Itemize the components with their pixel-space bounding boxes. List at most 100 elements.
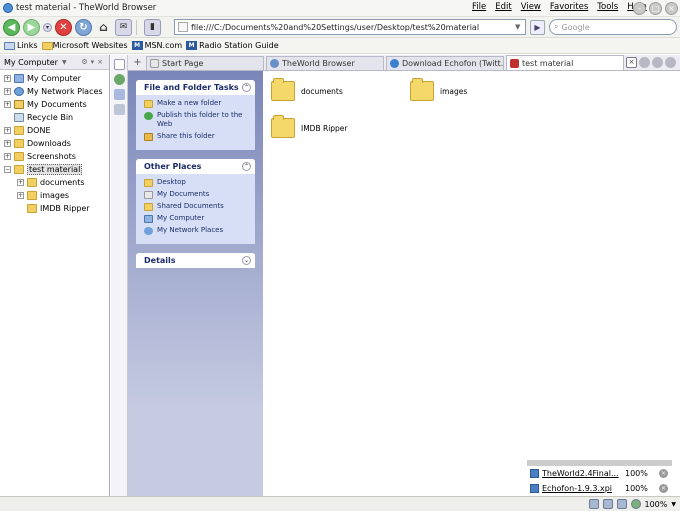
zoom-level[interactable]: 100% — [645, 500, 668, 509]
zoom-icon[interactable] — [630, 499, 641, 509]
expand-icon[interactable]: + — [4, 127, 11, 134]
address-input[interactable]: file:///C:/Documents%20and%20Settings/us… — [191, 23, 512, 32]
link-microsoft-websites[interactable]: Microsoft Websites — [53, 41, 128, 50]
place-my-network-places[interactable]: My Network Places — [144, 226, 249, 235]
task-share-folder[interactable]: Share this folder — [144, 132, 249, 141]
page-icon — [150, 59, 159, 68]
download-item[interactable]: Echofon-1.9.3.xpi 100% × — [527, 481, 672, 496]
tree-node[interactable]: + My Network Places — [0, 85, 109, 98]
tree-node[interactable]: + documents — [0, 176, 109, 189]
chevron-down-icon[interactable]: ⌄ — [242, 256, 251, 265]
recycle-bin-icon — [14, 113, 24, 122]
file-item-documents[interactable]: documents — [271, 78, 343, 101]
chevron-down-icon[interactable]: ▼ — [62, 59, 67, 66]
minimize-icon[interactable]: – — [633, 2, 646, 15]
tree-node[interactable]: + My Documents — [0, 98, 109, 111]
folder-sidebar: My Computer ▼ ⚙▾× + My Computer + My Networ… — [0, 55, 110, 496]
menu-tools[interactable]: Tools — [597, 2, 618, 12]
popup-blocker-icon[interactable] — [616, 499, 627, 509]
link-msn[interactable]: M MSN.com — [131, 41, 182, 50]
stop-icon[interactable]: ✕ — [55, 18, 72, 36]
expand-icon[interactable]: + — [4, 88, 11, 95]
page-icon — [178, 22, 188, 32]
panel-header[interactable]: Other Places ⌃ — [136, 159, 255, 174]
tab-scroll-right-icon[interactable] — [652, 57, 663, 68]
panel-header[interactable]: File and Folder Tasks ⌃ — [136, 80, 255, 95]
maximize-icon[interactable]: □ — [649, 2, 662, 15]
tab-scroll-left-icon[interactable] — [639, 57, 650, 68]
history-icon[interactable] — [114, 74, 125, 85]
tree-node[interactable]: Recycle Bin — [0, 111, 109, 124]
menu-favorites[interactable]: Favorites — [550, 2, 588, 12]
back-icon[interactable]: ◀ — [3, 18, 20, 36]
chevron-up-icon[interactable]: ⌃ — [242, 162, 251, 171]
expand-icon[interactable]: + — [4, 140, 11, 147]
close-tab-icon[interactable]: × — [626, 57, 637, 68]
forward-icon[interactable]: ▶ — [23, 18, 40, 36]
download-item[interactable]: TheWorld2.4Final... 100% × — [527, 466, 672, 481]
place-my-computer[interactable]: My Computer — [144, 214, 249, 223]
menu-edit[interactable]: Edit — [495, 2, 511, 12]
new-tab-button[interactable]: + — [131, 56, 144, 70]
file-item-images[interactable]: images — [410, 78, 467, 101]
tree-node[interactable]: + DONE — [0, 124, 109, 137]
menu-view[interactable]: View — [521, 2, 541, 12]
links-folder[interactable]: Links — [41, 41, 53, 50]
tree-node[interactable]: + Downloads — [0, 137, 109, 150]
links-item[interactable]: Links — [4, 41, 38, 50]
tree-node[interactable]: + images — [0, 189, 109, 202]
address-bar[interactable]: file:///C:/Documents%20and%20Settings/us… — [174, 19, 526, 35]
globe-icon — [270, 59, 279, 68]
expand-icon[interactable]: + — [17, 179, 24, 186]
feeds-icon[interactable] — [114, 104, 125, 115]
folder-icon — [271, 115, 295, 138]
close-window-icon[interactable]: × — [665, 2, 678, 15]
chevron-down-icon[interactable]: ▼ — [671, 501, 676, 508]
tab-start-page[interactable]: Start Page — [146, 56, 264, 70]
task-make-new-folder[interactable]: Make a new folder — [144, 99, 249, 108]
mail-icon[interactable]: ✉ — [115, 18, 132, 36]
vertical-toolbar — [111, 55, 128, 496]
sidebar-title[interactable]: My Computer — [4, 58, 58, 67]
expand-icon[interactable]: + — [4, 75, 11, 82]
tree-node-label: My Network Places — [27, 87, 103, 96]
search-input[interactable]: Google — [561, 23, 589, 32]
folders-icon[interactable] — [114, 89, 125, 100]
favorites-icon[interactable] — [114, 59, 125, 70]
link-radio-station-guide[interactable]: M Radio Station Guide — [186, 41, 279, 50]
chevron-up-icon[interactable]: ⌃ — [242, 83, 251, 92]
tree-node[interactable]: + Screenshots — [0, 150, 109, 163]
tree-node[interactable]: IMDB Ripper — [0, 202, 109, 215]
folder-icon — [271, 78, 295, 101]
tree-node[interactable]: + My Computer — [0, 72, 109, 85]
dropdown-arrow-icon[interactable]: ▾ — [43, 22, 52, 32]
menu-file[interactable]: File — [472, 2, 486, 12]
collapse-icon[interactable]: − — [4, 166, 11, 173]
tab-download-echofon[interactable]: Download Echofon (Twitt... — [386, 56, 504, 70]
tab-theworld-browser[interactable]: TheWorld Browser — [266, 56, 384, 70]
chevron-down-icon[interactable]: ▼ — [515, 23, 525, 31]
panel-header[interactable]: Details ⌄ — [136, 253, 255, 268]
home-icon[interactable]: ⌂ — [95, 19, 112, 36]
close-icon[interactable]: × — [659, 469, 668, 478]
place-my-documents[interactable]: My Documents — [144, 190, 249, 199]
place-shared-documents[interactable]: Shared Documents — [144, 202, 249, 211]
tab-list-icon[interactable] — [665, 57, 676, 68]
file-item-imdb-ripper[interactable]: IMDB Ripper — [271, 115, 348, 138]
security-icon[interactable] — [602, 499, 613, 509]
search-box[interactable]: ⌕ Google — [549, 19, 677, 35]
refresh-icon[interactable]: ↻ — [75, 18, 92, 36]
expand-icon[interactable]: + — [4, 153, 11, 160]
go-button[interactable]: ▶ — [530, 20, 545, 35]
bookmark-icon[interactable]: ▮ — [144, 18, 161, 36]
close-icon[interactable]: × — [659, 484, 668, 493]
expand-icon[interactable]: + — [17, 192, 24, 199]
expand-icon[interactable]: + — [4, 101, 11, 108]
place-desktop[interactable]: Desktop — [144, 178, 249, 187]
sidebar-controls[interactable]: ⚙▾× — [81, 58, 106, 66]
download-status-icon[interactable] — [588, 499, 599, 509]
task-publish-folder[interactable]: Publish this folder to the Web — [144, 111, 249, 129]
tree-node-label: Recycle Bin — [27, 113, 74, 122]
tree-node[interactable]: − test material — [0, 163, 109, 176]
tab-test-material[interactable]: test material — [506, 55, 624, 70]
